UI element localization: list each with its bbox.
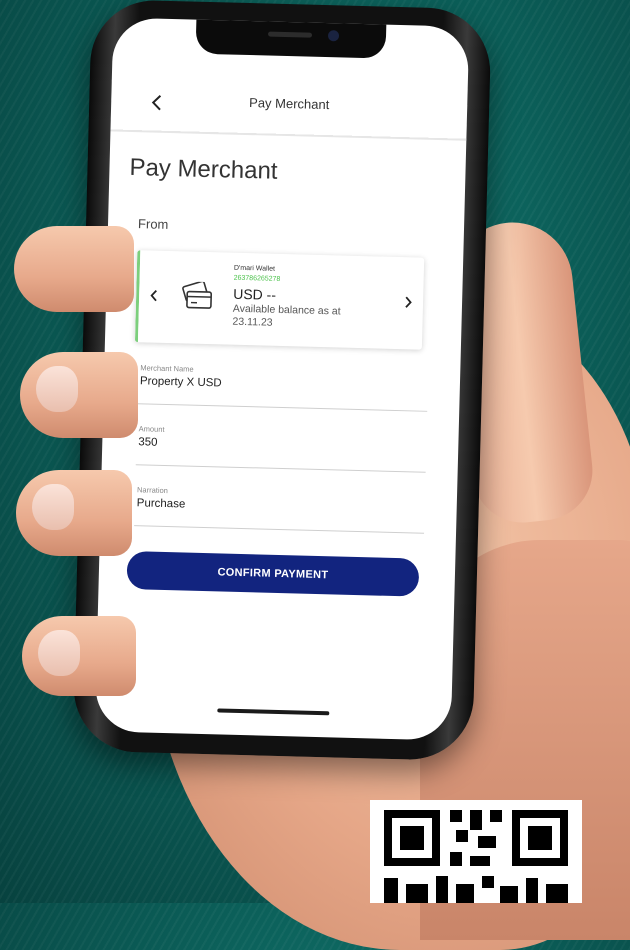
app-header: Pay Merchant	[111, 77, 468, 138]
field-label: Narration	[137, 485, 168, 495]
chevron-left-icon	[150, 290, 158, 302]
finger-nail	[38, 630, 80, 676]
finger-nail	[36, 366, 78, 412]
wallet-balance-note: Available balance as at 23.11.23	[232, 303, 383, 333]
hand-finger-2	[20, 352, 138, 438]
field-value: Purchase	[137, 497, 186, 510]
confirm-payment-button[interactable]: CONFIRM PAYMENT	[126, 551, 419, 597]
narration-field[interactable]: Narration Purchase	[134, 485, 425, 534]
front-camera	[328, 30, 339, 41]
speaker-grille	[268, 32, 312, 38]
field-label: Amount	[139, 424, 165, 434]
wallet-card[interactable]: D'mari Wallet 263786265278 USD -- Availa…	[135, 250, 424, 349]
qr-code-pattern	[370, 800, 582, 903]
hand-finger-4	[22, 616, 136, 696]
wallet-prev-button[interactable]	[145, 286, 163, 304]
phone-notch	[196, 18, 387, 59]
wallet-next-button[interactable]	[399, 293, 417, 311]
field-value: Property X USD	[140, 375, 222, 389]
page-title: Pay Merchant	[129, 154, 278, 186]
phone-screen: Pay Merchant Pay Merchant From D'mari Wa…	[95, 17, 470, 740]
credit-card-icon	[181, 281, 216, 312]
wallet-name: D'mari Wallet	[234, 265, 275, 273]
amount-field[interactable]: Amount 350	[136, 424, 427, 473]
field-label: Merchant Name	[140, 363, 194, 373]
hand-finger-1	[14, 226, 134, 312]
from-label: From	[138, 216, 169, 232]
chevron-right-icon	[404, 296, 412, 308]
hand-finger-3	[16, 470, 132, 556]
merchant-name-field[interactable]: Merchant Name Property X USD	[137, 363, 428, 412]
field-value: 350	[138, 436, 157, 448]
wallet-number: 263786265278	[234, 275, 281, 283]
home-indicator	[217, 708, 329, 715]
wallet-balance: USD --	[233, 286, 276, 303]
qr-code	[370, 800, 582, 903]
finger-nail	[32, 484, 74, 530]
